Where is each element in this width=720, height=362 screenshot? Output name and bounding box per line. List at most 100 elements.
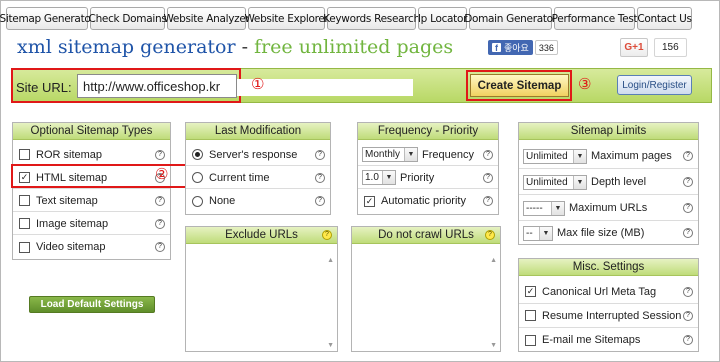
create-sitemap-button[interactable]: Create Sitemap	[470, 74, 569, 97]
priority-select[interactable]: 1.0 ▼	[362, 170, 396, 185]
tab-sitemap-generator[interactable]: Sitemap Generator	[0, 7, 95, 30]
site-url-input[interactable]: http://www.officeshop.kr	[77, 74, 237, 98]
help-icon[interactable]: ?	[483, 149, 493, 160]
canonical-url-row[interactable]: ✓ Canonical Url Meta Tag?	[519, 280, 698, 304]
help-icon[interactable]: ?	[155, 195, 165, 206]
sitemap-type-text[interactable]: Text sitemap?	[13, 190, 170, 212]
lastmod-none[interactable]: None?	[186, 190, 330, 212]
tab-website-explorer[interactable]: Website Explorer	[244, 7, 329, 30]
image-label: Image sitemap	[36, 217, 109, 230]
help-icon[interactable]: ?	[683, 310, 693, 321]
no-crawl-urls-label: Do not crawl URLs	[378, 229, 474, 241]
help-icon[interactable]: ?	[485, 230, 495, 240]
tab-ip-locator[interactable]: Ip Locator	[418, 7, 467, 30]
email-sitemaps-row[interactable]: E-mail me Sitemaps?	[519, 328, 698, 352]
exclude-urls-textarea[interactable]: ▲ ▼	[186, 245, 337, 351]
title-dash: -	[235, 36, 255, 58]
scroll-up-icon[interactable]: ▲	[490, 257, 497, 264]
chevron-down-icon: ▼	[404, 148, 417, 161]
ror-checkbox[interactable]	[19, 149, 30, 160]
frequency-label: Frequency	[422, 148, 474, 161]
google-plus: G+1 156	[620, 38, 687, 57]
frequency-select[interactable]: Monthly ▼	[362, 147, 418, 162]
current-time-radio[interactable]	[192, 172, 203, 183]
help-icon[interactable]: ?	[483, 196, 493, 206]
ror-label: ROR sitemap	[36, 148, 103, 161]
tab-domain-generator[interactable]: Domain Generator	[464, 7, 557, 30]
text-checkbox[interactable]	[19, 195, 30, 206]
max-urls-label: Maximum URLs	[569, 202, 648, 214]
max-pages-label: Maximum pages	[591, 150, 672, 162]
max-file-size-select[interactable]: -- ▼	[523, 225, 553, 241]
title-main: xml sitemap generator	[17, 36, 236, 58]
help-icon[interactable]: ?	[683, 151, 693, 161]
exclude-urls-panel: Exclude URLs? ▲ ▼	[185, 226, 338, 352]
scroll-up-icon[interactable]: ▲	[327, 257, 334, 264]
no-crawl-urls-textarea[interactable]: ▲ ▼	[352, 245, 500, 351]
tab-keywords-research[interactable]: Keywords Research	[323, 7, 420, 30]
resume-session-label: Resume Interrupted Session	[542, 309, 682, 322]
server-response-radio[interactable]	[192, 149, 203, 160]
misc-settings-panel: Misc. Settings ✓ Canonical Url Meta Tag? …	[518, 258, 699, 352]
help-icon[interactable]: ?	[683, 228, 693, 238]
facebook-like-button[interactable]: f 좋아요	[488, 40, 533, 55]
sitemap-limits-panel: Sitemap Limits Unlimited ▼ Maximum pages? …	[518, 122, 699, 245]
resume-session-row[interactable]: Resume Interrupted Session?	[519, 304, 698, 328]
sitemap-type-video[interactable]: Video sitemap?	[13, 236, 170, 258]
automatic-priority-checkbox[interactable]: ✓	[364, 195, 375, 207]
tab-check-domains[interactable]: Check Domains	[89, 7, 167, 30]
help-icon[interactable]: ?	[155, 242, 165, 252]
frequency-value: Monthly	[365, 149, 401, 160]
radio-dot	[195, 152, 200, 157]
none-radio[interactable]	[192, 195, 203, 207]
max-pages-row: Unlimited ▼ Maximum pages?	[519, 144, 698, 169]
none-label: None	[209, 195, 236, 207]
sitemap-type-image[interactable]: Image sitemap?	[13, 213, 170, 235]
image-checkbox[interactable]	[19, 218, 30, 229]
depth-level-select[interactable]: Unlimited ▼	[523, 174, 587, 190]
text-label: Text sitemap	[36, 194, 98, 207]
lastmod-server-response[interactable]: Server's response?	[186, 144, 330, 166]
help-icon[interactable]: ?	[683, 177, 693, 187]
max-urls-select[interactable]: ----- ▼	[523, 200, 565, 216]
max-urls-row: ----- ▼ Maximum URLs?	[519, 196, 698, 221]
help-icon[interactable]: ?	[315, 149, 325, 160]
help-icon[interactable]: ?	[315, 196, 325, 206]
facebook-like: f 좋아요 336	[488, 40, 558, 55]
help-icon[interactable]: ?	[155, 218, 165, 229]
help-icon[interactable]: ?	[155, 149, 165, 160]
no-crawl-urls-title: Do not crawl URLs?	[352, 227, 500, 244]
help-icon[interactable]: ?	[683, 335, 693, 345]
frequency-priority-panel: Frequency - Priority Monthly ▼ Frequency? …	[357, 122, 499, 215]
last-modification-panel: Last Modification Server's response? Cur…	[185, 122, 331, 215]
priority-row: 1.0 ▼ Priority?	[358, 167, 498, 189]
max-pages-select[interactable]: Unlimited ▼	[523, 148, 587, 164]
sitemap-type-ror[interactable]: ROR sitemap?	[13, 144, 170, 166]
video-checkbox[interactable]	[19, 241, 30, 253]
load-default-settings-button[interactable]: Load Default Settings	[29, 296, 155, 313]
scroll-down-icon[interactable]: ▼	[490, 342, 497, 349]
help-icon[interactable]: ?	[322, 230, 332, 240]
automatic-priority-row[interactable]: ✓ Automatic priority?	[358, 190, 498, 212]
tab-contact-us[interactable]: Contact Us	[637, 7, 692, 30]
tab-performance-test[interactable]: Performance Test	[552, 7, 638, 30]
google-plus-button[interactable]: G+1	[620, 38, 648, 57]
help-icon[interactable]: ?	[315, 172, 325, 183]
tab-website-analyzer[interactable]: Website Analyzer	[163, 7, 250, 30]
login-register-button[interactable]: Login/Register	[617, 75, 692, 95]
resume-session-checkbox[interactable]	[525, 310, 536, 321]
help-icon[interactable]: ?	[683, 203, 693, 213]
help-icon[interactable]: ?	[683, 286, 693, 297]
chevron-down-icon: ▼	[382, 171, 395, 184]
email-sitemaps-checkbox[interactable]	[525, 334, 536, 346]
misc-settings-title: Misc. Settings	[519, 259, 698, 276]
lastmod-current-time[interactable]: Current time?	[186, 167, 330, 189]
canonical-url-checkbox[interactable]: ✓	[525, 286, 536, 297]
scroll-down-icon[interactable]: ▼	[327, 342, 334, 349]
facebook-like-count: 336	[534, 40, 558, 55]
last-modification-title: Last Modification	[186, 123, 330, 140]
no-crawl-urls-panel: Do not crawl URLs? ▲ ▼	[351, 226, 501, 352]
canonical-url-label: Canonical Url Meta Tag	[542, 285, 657, 298]
video-label: Video sitemap	[36, 241, 106, 253]
help-icon[interactable]: ?	[483, 172, 493, 183]
